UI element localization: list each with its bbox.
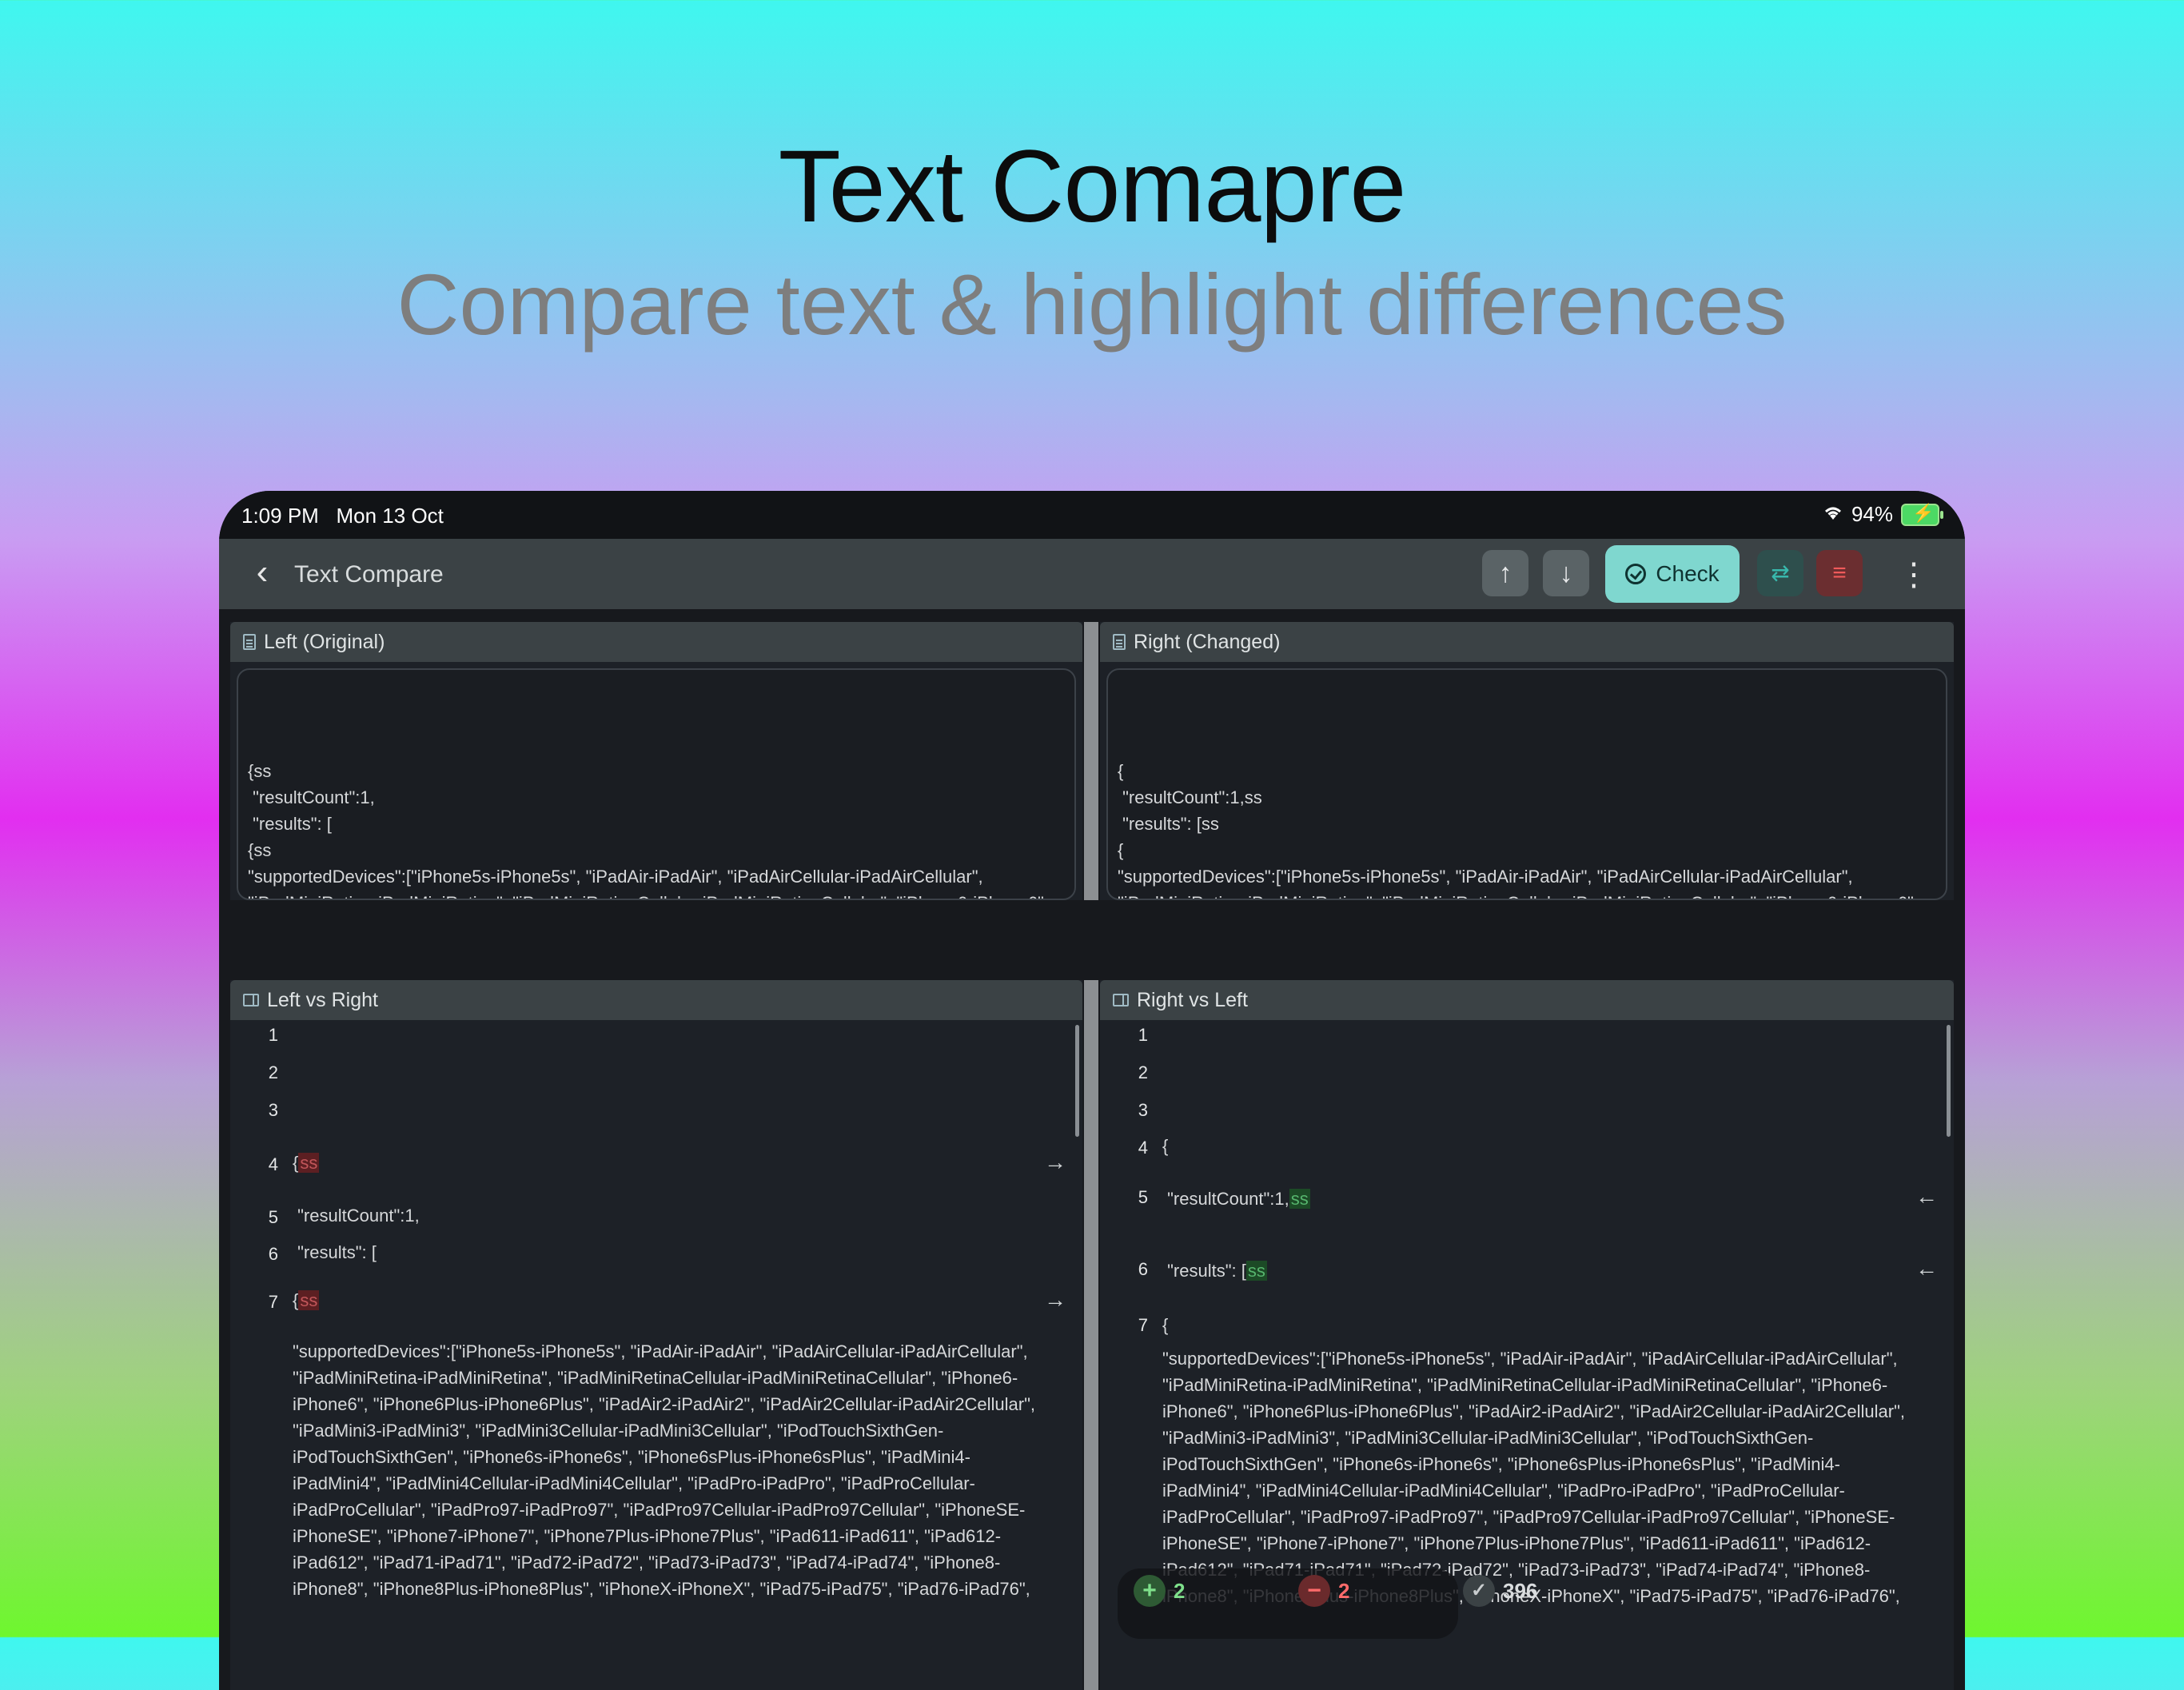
wifi-icon <box>1823 502 1843 527</box>
right-editor-text: { "resultCount":1,ss "results": [ss { "s… <box>1118 761 1919 899</box>
battery-percent: 94% <box>1851 502 1893 526</box>
tablet-screen: 1:09 PM Mon 13 Oct 94% ⚡ ‹ Text Compare … <box>219 491 1965 1690</box>
diff-line: 7 { <box>1138 1315 1169 1335</box>
diff-line: 2 <box>268 1062 278 1082</box>
unchanged-count[interactable]: ✓ 396 <box>1463 1575 1537 1607</box>
diff-line: 5 "resultCount":1, <box>268 1206 420 1227</box>
diff-line: 3 <box>268 1100 278 1120</box>
diff-line: 7 {ss → <box>268 1287 1066 1313</box>
right-panel-header: Right (Changed) <box>1100 622 1954 662</box>
check-circle-icon <box>1625 564 1647 584</box>
diff-line: 5 "resultCount":1,ss ← <box>1138 1184 1938 1210</box>
clear-icon[interactable]: ≡ <box>1816 550 1863 596</box>
swap-icon[interactable]: ⇄ <box>1757 550 1803 596</box>
diff-line: 4 { <box>1138 1136 1169 1158</box>
plus-icon: + <box>1134 1575 1166 1607</box>
right-text-editor[interactable]: { "resultCount":1,ss "results": [ss { "s… <box>1106 668 1947 900</box>
split-divider-top[interactable] <box>1084 622 1098 900</box>
left-panel-title: Left (Original) <box>264 630 385 653</box>
check-button[interactable]: Check <box>1605 545 1740 603</box>
document-icon <box>243 634 256 650</box>
status-time: 1:09 PM Mon 13 Oct <box>241 504 444 528</box>
arrow-right-icon[interactable]: → <box>1044 1287 1066 1313</box>
right-diff-header: Right vs Left <box>1100 980 1954 1020</box>
diff-line: 6 "results": [ <box>268 1242 377 1264</box>
left-diff-header: Left vs Right <box>230 980 1082 1020</box>
arrow-up-icon[interactable]: ↑ <box>1482 550 1528 596</box>
diff-line: 1 <box>1138 1025 1148 1045</box>
split-divider-bottom[interactable] <box>1084 980 1098 1690</box>
split-view-icon <box>1113 994 1129 1006</box>
diff-line: 1 <box>268 1025 278 1045</box>
arrow-down-icon[interactable]: ↓ <box>1543 550 1589 596</box>
minus-icon: − <box>1298 1575 1330 1607</box>
chevron-left-icon[interactable]: ‹ <box>243 553 281 592</box>
deleted-mark: ss <box>298 1290 320 1310</box>
right-diff-title: Right vs Left <box>1137 988 1248 1011</box>
left-diff-view[interactable]: 1 2 3 4 {ss → 5 "resultCount":1, 6 "resu… <box>230 1020 1082 1690</box>
diff-line: 2 <box>1138 1062 1148 1082</box>
diff-line: 3 <box>1138 1100 1148 1120</box>
left-text-editor[interactable]: {ss "resultCount":1, "results": [ {ss "s… <box>237 668 1076 900</box>
page-subheadline: Compare text & highlight differences <box>397 256 1787 353</box>
left-panel-header: Left (Original) <box>230 622 1082 662</box>
page-headline: Text Comapre <box>778 130 1407 244</box>
arrow-right-icon[interactable]: → <box>1044 1150 1066 1175</box>
app-title: Text Compare <box>294 561 444 588</box>
app-bar: ‹ Text Compare ↑ ↓ Check ⇄ ≡ ⋮ <box>219 539 1965 609</box>
document-icon <box>1113 634 1126 650</box>
arrow-left-icon[interactable]: ← <box>1915 1256 1938 1281</box>
deleted-mark: ss <box>298 1153 320 1173</box>
left-vs-right-panel: Left vs Right 1 2 3 4 {ss → 5 "resultCou… <box>230 980 1082 1690</box>
battery-icon: ⚡ <box>1901 503 1943 526</box>
diff-line-body: "supportedDevices":["iPhone5s-iPhone5s",… <box>293 1341 1041 1599</box>
inserted-mark: ss <box>1289 1189 1310 1209</box>
diff-line: 4 {ss → <box>268 1150 1066 1175</box>
status-bar: 1:09 PM Mon 13 Oct 94% ⚡ <box>219 491 1965 539</box>
diff-summary-bar: + 2 − 2 ✓ 396 <box>1118 1568 1537 1639</box>
right-panel-title: Right (Changed) <box>1134 630 1281 653</box>
more-vertical-icon[interactable]: ⋮ <box>1898 556 1930 593</box>
split-view-icon <box>243 994 259 1006</box>
diff-line: 6 "results": [ss ← <box>1138 1256 1938 1281</box>
right-input-panel: Right (Changed) { "resultCount":1,ss "re… <box>1100 622 1954 900</box>
arrow-left-icon[interactable]: ← <box>1915 1184 1938 1210</box>
added-count[interactable]: + 2 <box>1134 1575 1185 1607</box>
removed-count[interactable]: − 2 <box>1298 1575 1349 1607</box>
check-label: Check <box>1656 561 1720 586</box>
left-diff-title: Left vs Right <box>267 988 378 1011</box>
inserted-mark: ss <box>1245 1261 1267 1281</box>
left-input-panel: Left (Original) {ss "resultCount":1, "re… <box>230 622 1082 900</box>
check-icon: ✓ <box>1463 1575 1495 1607</box>
left-editor-text: {ss "resultCount":1, "results": [ {ss "s… <box>248 761 1049 899</box>
